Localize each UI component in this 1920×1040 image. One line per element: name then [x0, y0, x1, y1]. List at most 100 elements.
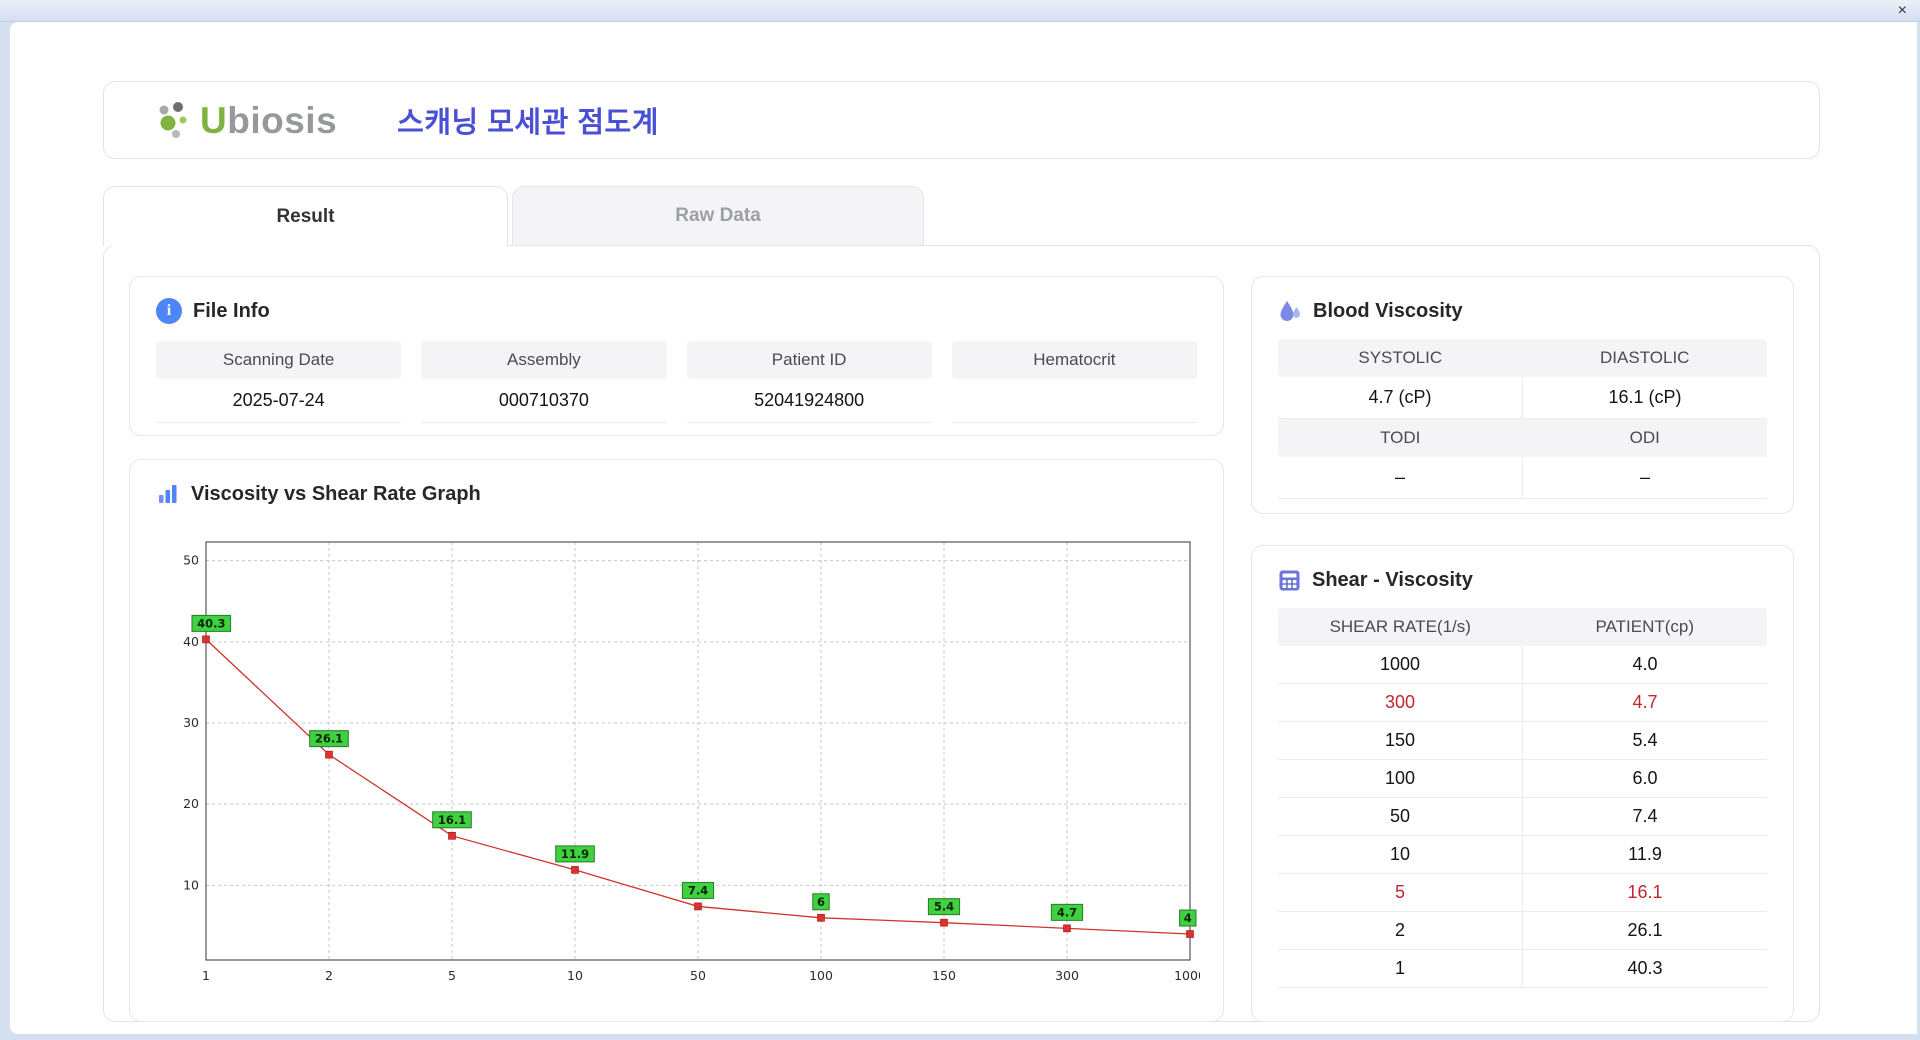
svg-text:7.4: 7.4 — [688, 883, 708, 897]
field-label: Assembly — [421, 341, 667, 379]
svg-text:16.1: 16.1 — [438, 813, 466, 827]
svg-text:30: 30 — [183, 715, 199, 730]
shear-row: 100 6.0 — [1278, 760, 1767, 798]
tab-result[interactable]: Result — [103, 186, 508, 246]
patient-column-header: PATIENT(cp) — [1595, 617, 1695, 636]
bv-header-row: SYSTOLIC DIASTOLIC — [1278, 339, 1767, 377]
window-close-button[interactable]: × — [1898, 2, 1907, 20]
ubiosis-logo: Ubiosis — [154, 98, 337, 142]
svg-text:150: 150 — [932, 968, 956, 983]
bv-value-cell: 4.7 (cP) — [1368, 387, 1432, 407]
shear-rate-cell: 150 — [1384, 730, 1416, 750]
patient-viscosity-cell: 4.7 — [1522, 684, 1767, 721]
field-value: 2025-07-24 — [156, 379, 402, 423]
shear-rate-cell: 1 — [1394, 958, 1405, 978]
shear-viscosity-title: Shear - Viscosity — [1312, 568, 1473, 591]
shear-rate-cell: 5 — [1394, 882, 1405, 902]
svg-text:5.4: 5.4 — [934, 900, 954, 914]
bv-header-cell: SYSTOLIC — [1358, 348, 1443, 367]
svg-text:1000: 1000 — [1174, 968, 1200, 983]
shear-viscosity-panel: Shear - Viscosity SHEAR RATE(1/s) PATIEN… — [1251, 545, 1794, 1022]
patient-viscosity-cell: 7.4 — [1522, 798, 1767, 835]
file-info-panel: i File Info Scanning Date 2025-07-24 Assem… — [129, 276, 1224, 436]
logo-text: Ubiosis — [200, 99, 338, 141]
bv-value-cell: 16.1 (cP) — [1522, 377, 1767, 418]
patient-viscosity-cell: 5.4 — [1522, 722, 1767, 759]
shear-row: 10 11.9 — [1278, 836, 1767, 874]
app-header: Ubiosis 스캐닝 모세관 점도계 — [103, 81, 1820, 159]
svg-text:1: 1 — [202, 968, 210, 983]
field-label: Hematocrit — [951, 341, 1197, 379]
grid-table-icon — [1279, 570, 1300, 590]
patient-viscosity-cell: 40.3 — [1522, 950, 1767, 987]
graph-header: Viscosity vs Shear Rate Graph — [156, 480, 1197, 508]
shear-row: 1 40.3 — [1278, 950, 1767, 988]
shear-rate-cell: 100 — [1384, 768, 1416, 788]
blood-viscosity-table: SYSTOLIC DIASTOLIC 4.7 (cP) 16.1 (cP) TODI OD… — [1278, 339, 1767, 499]
shear-rate-cell: 50 — [1389, 806, 1411, 826]
field-value: 52041924800 — [686, 379, 932, 423]
file-info-field-3: Hematocrit — [951, 341, 1197, 423]
svg-text:4.7: 4.7 — [1057, 905, 1077, 919]
file-info-header: i File Info — [156, 297, 1197, 325]
shear-rate-column-header: SHEAR RATE(1/s) — [1329, 617, 1471, 636]
svg-text:40.3: 40.3 — [197, 616, 225, 630]
svg-text:50: 50 — [690, 968, 706, 983]
app-window: Ubiosis 스캐닝 모세관 점도계 Result Raw Data i Fi… — [10, 22, 1917, 1034]
svg-text:26.1: 26.1 — [315, 732, 343, 746]
shear-row: 150 5.4 — [1278, 722, 1767, 760]
bv-value-cell: – — [1522, 457, 1767, 498]
shear-table-header: SHEAR RATE(1/s) PATIENT(cp) — [1278, 608, 1767, 646]
svg-text:50: 50 — [183, 553, 199, 568]
file-info-fields: Scanning Date 2025-07-24 Assembly 000710370… — [156, 341, 1197, 423]
shear-rate-cell: 300 — [1384, 692, 1416, 712]
svg-text:6: 6 — [817, 895, 825, 909]
shear-rate-cell: 1000 — [1379, 654, 1421, 674]
shear-row: 1000 4.0 — [1278, 646, 1767, 684]
viscosity-chart: 10 20 30 40 50 1 40.3 2 26.1 5 16.1 10 11.9 50 7.4 100 6… — [160, 518, 1206, 1001]
file-info-field-1: Assembly 000710370 — [421, 341, 667, 423]
file-info-title: File Info — [193, 299, 270, 322]
patient-viscosity-cell: 4.0 — [1522, 646, 1767, 683]
viscosity-chart-svg: 10 20 30 40 50 1 40.3 2 26.1 5 16.1 10 11.9 50 7.4 100 6… — [183, 541, 1206, 983]
bv-value-cell: – — [1394, 467, 1405, 487]
droplet-icon — [1280, 301, 1300, 321]
svg-text:2: 2 — [325, 968, 333, 983]
bv-header-cell: DIASTOLIC — [1600, 348, 1690, 367]
app-title: 스캐닝 모세관 점도계 — [397, 107, 659, 139]
ubiosis-logo-icon — [159, 102, 187, 138]
info-icon: i — [156, 298, 182, 324]
svg-text:40: 40 — [183, 634, 199, 649]
patient-viscosity-cell: 16.1 — [1522, 874, 1767, 911]
tab-raw-data[interactable]: Raw Data — [512, 186, 924, 246]
patient-viscosity-cell: 6.0 — [1522, 760, 1767, 797]
shear-viscosity-table: SHEAR RATE(1/s) PATIENT(cp) 1000 4.0 300 4.… — [1278, 608, 1767, 988]
svg-text:4: 4 — [1184, 911, 1192, 925]
shear-viscosity-header: Shear - Viscosity — [1278, 566, 1767, 594]
field-value — [951, 379, 1197, 423]
shear-rate-cell: 2 — [1394, 920, 1405, 940]
svg-text:100: 100 — [809, 968, 833, 983]
svg-text:10: 10 — [183, 877, 199, 892]
bv-header-cell: TODI — [1380, 428, 1421, 447]
shear-row: 50 7.4 — [1278, 798, 1767, 836]
blood-viscosity-panel: Blood Viscosity SYSTOLIC DIASTOLIC 4.7 (cP… — [1251, 276, 1794, 514]
svg-text:10: 10 — [567, 968, 583, 983]
svg-text:20: 20 — [183, 796, 199, 811]
shear-row: 5 16.1 — [1278, 874, 1767, 912]
field-label: Patient ID — [686, 341, 932, 379]
bv-value-row: – – — [1278, 457, 1767, 499]
bv-value-row: 4.7 (cP) 16.1 (cP) — [1278, 377, 1767, 419]
svg-text:11.9: 11.9 — [561, 847, 589, 861]
shear-row: 2 26.1 — [1278, 912, 1767, 950]
bv-header-cell: ODI — [1629, 428, 1660, 447]
blood-viscosity-title: Blood Viscosity — [1313, 299, 1463, 322]
shear-row: 300 4.7 — [1278, 684, 1767, 722]
patient-viscosity-cell: 11.9 — [1522, 836, 1767, 873]
patient-viscosity-cell: 26.1 — [1522, 912, 1767, 949]
file-info-field-2: Patient ID 52041924800 — [686, 341, 932, 423]
field-label: Scanning Date — [156, 341, 402, 379]
blood-viscosity-header: Blood Viscosity — [1278, 297, 1767, 325]
svg-text:300: 300 — [1055, 968, 1079, 983]
file-info-field-0: Scanning Date 2025-07-24 — [156, 341, 402, 423]
